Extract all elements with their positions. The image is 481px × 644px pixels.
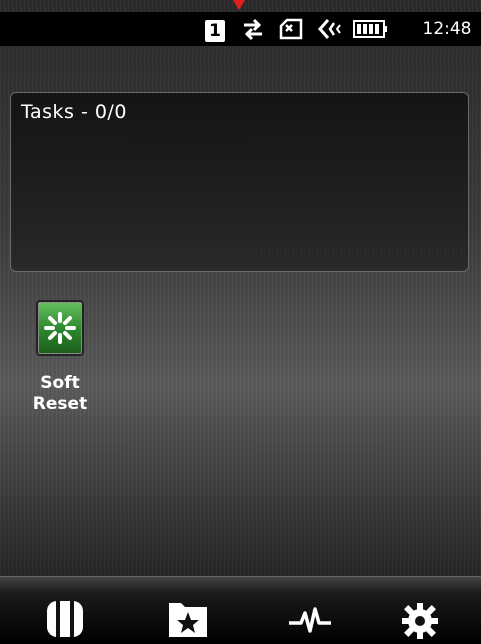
favorites-folder-icon[interactable] (160, 593, 216, 641)
soft-reset-app[interactable]: Soft Reset (20, 300, 100, 426)
tasks-panel[interactable]: Tasks - 0/0 (10, 92, 469, 272)
sim-card-icon (275, 12, 307, 46)
bottom-bar (0, 576, 481, 644)
connection-arrows-icon (238, 12, 268, 46)
soft-reset-label: Soft Reset (32, 373, 88, 414)
phone-slab-icon[interactable] (37, 593, 93, 641)
speaker-icon (314, 12, 346, 46)
clock-time[interactable]: 12:48 (415, 12, 479, 46)
soft-reset-icon (36, 300, 84, 356)
status-badge: 1 (205, 20, 225, 42)
pulse-icon[interactable] (282, 593, 338, 641)
status-bar: 1 12:48 (0, 12, 481, 46)
pointer-marker-icon (233, 0, 245, 10)
battery-icon (350, 12, 390, 46)
tasks-title: Tasks - 0/0 (21, 101, 127, 123)
settings-gear-icon[interactable] (392, 593, 448, 641)
home-screen: 1 12:48 Tasks - 0/0 Soft Reset (0, 0, 481, 644)
